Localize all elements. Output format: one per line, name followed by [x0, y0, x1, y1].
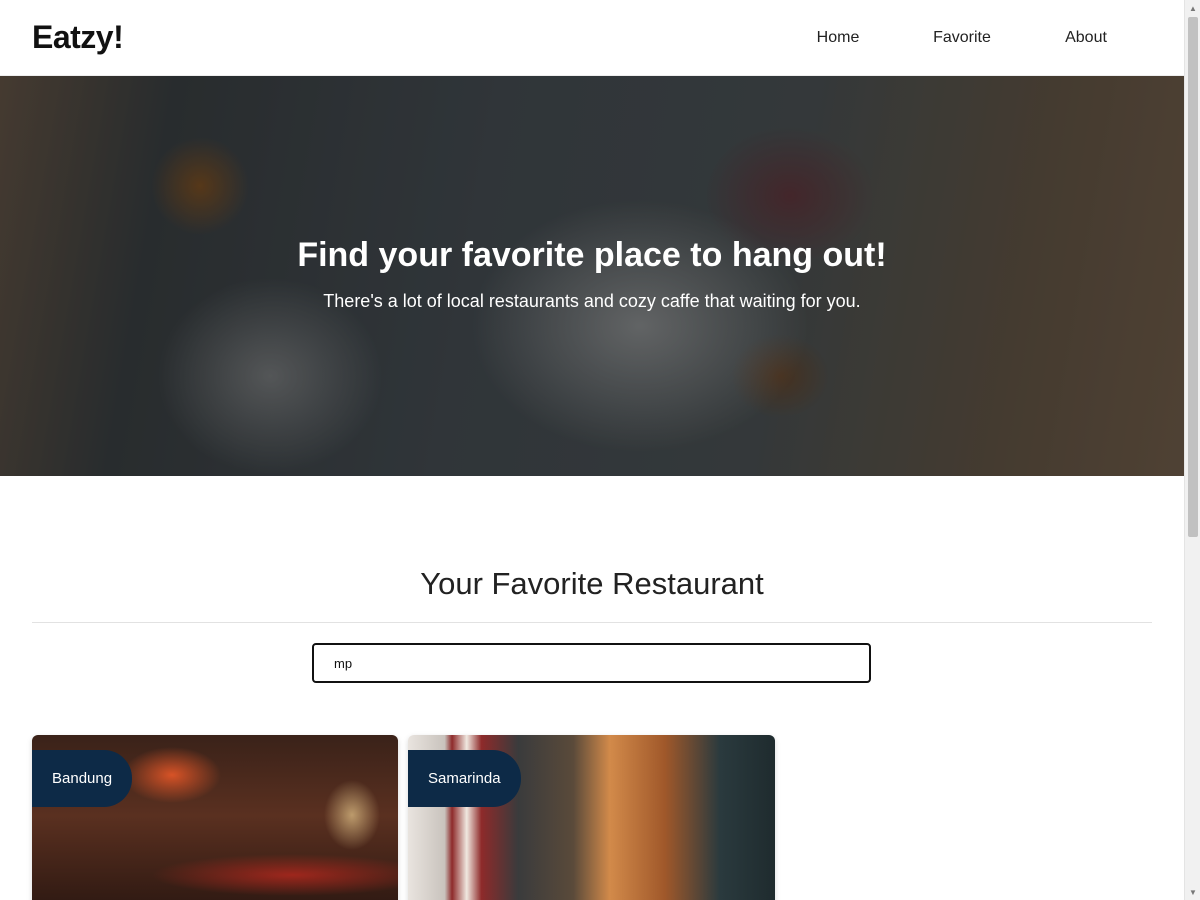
nav-favorite-link[interactable]: Favorite	[900, 21, 1024, 55]
scroll-thumb[interactable]	[1188, 17, 1198, 537]
nav-about-link[interactable]: About	[1024, 21, 1148, 55]
hero-title: Find your favorite place to hang out!	[297, 236, 887, 274]
restaurant-card[interactable]: Bandung	[32, 735, 398, 900]
scroll-up-icon[interactable]: ▲	[1185, 0, 1200, 16]
page-scrollbar[interactable]: ▲ ▼	[1184, 0, 1200, 900]
scroll-down-icon[interactable]: ▼	[1185, 884, 1200, 900]
restaurant-card[interactable]: Samarinda	[408, 735, 775, 900]
search-input[interactable]	[312, 643, 871, 683]
section-title: Your Favorite Restaurant	[420, 566, 764, 601]
section-divider	[32, 622, 1152, 623]
city-badge: Samarinda	[408, 750, 521, 807]
hero-content: Find your favorite place to hang out! Th…	[0, 236, 1184, 312]
nav-home-link[interactable]: Home	[776, 21, 900, 55]
city-badge: Bandung	[32, 750, 133, 807]
main-nav: Home Favorite About	[776, 21, 1148, 55]
hero-subtitle: There's a lot of local restaurants and c…	[323, 291, 861, 311]
hero-banner: Find your favorite place to hang out! Th…	[0, 76, 1184, 476]
brand-logo[interactable]: Eatzy!	[32, 19, 124, 56]
app-header: Eatzy! Home Favorite About	[0, 0, 1184, 76]
